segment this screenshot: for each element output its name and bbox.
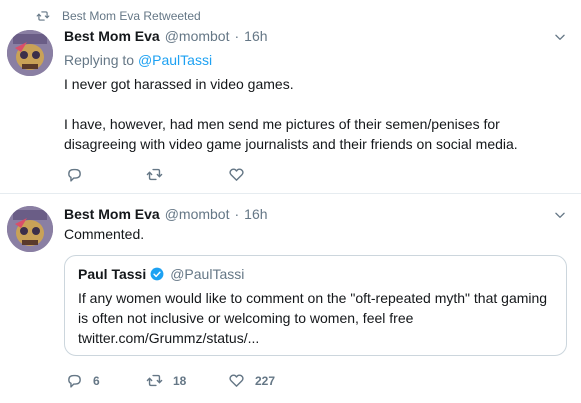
quote-line: If any women would like to comment on th… bbox=[78, 290, 548, 306]
author-name[interactable]: Best Mom Eva bbox=[64, 206, 160, 222]
text-line: disagreeing with video game journalists … bbox=[64, 136, 518, 152]
caret-down-icon[interactable] bbox=[553, 30, 567, 44]
tweet-actions: 6 18 227 bbox=[66, 372, 275, 389]
separator: · bbox=[234, 28, 240, 44]
quote-author-name: Paul Tassi bbox=[78, 266, 147, 282]
retweet-icon bbox=[146, 168, 163, 181]
tweet-1[interactable]: Best Mom Eva Retweeted Best Mom Eva @mom… bbox=[0, 0, 581, 194]
retweet-button[interactable] bbox=[146, 166, 228, 183]
tweet-text: I never got harassed in video games. I h… bbox=[64, 74, 564, 154]
reply-icon bbox=[68, 168, 81, 182]
tweet-actions bbox=[66, 166, 245, 183]
reply-button[interactable]: 6 bbox=[66, 372, 146, 389]
retweet-icon bbox=[36, 11, 50, 21]
tweet-text: Commented. bbox=[64, 226, 145, 242]
verified-badge-icon bbox=[150, 267, 164, 281]
avatar[interactable] bbox=[7, 206, 53, 252]
replying-to: Replying to @PaulTassi bbox=[64, 52, 212, 68]
reply-count: 6 bbox=[93, 373, 100, 388]
quote-line: twitter.com/Grummz/status/... bbox=[78, 330, 260, 346]
caret-down-icon[interactable] bbox=[553, 208, 567, 222]
quote-line: is often not inclusive or welcoming to w… bbox=[78, 310, 414, 326]
like-icon bbox=[229, 168, 244, 181]
tweet-2[interactable]: Best Mom Eva @mombot · 16h Commented. Pa… bbox=[0, 194, 581, 403]
timestamp[interactable]: 16h bbox=[244, 206, 267, 222]
author-name[interactable]: Best Mom Eva bbox=[64, 28, 160, 44]
text-line: I never got harassed in video games. bbox=[64, 76, 294, 92]
like-count: 227 bbox=[255, 373, 276, 388]
like-button[interactable] bbox=[228, 166, 245, 183]
avatar[interactable] bbox=[7, 30, 53, 76]
author-handle[interactable]: @mombot bbox=[165, 206, 230, 222]
separator: · bbox=[234, 206, 240, 222]
tweet-header: Best Mom Eva @mombot · 16h bbox=[64, 26, 268, 46]
text-line: I have, however, had men send me picture… bbox=[64, 116, 500, 132]
retweet-icon bbox=[146, 374, 163, 387]
quote-header: Paul Tassi @PaulTassi bbox=[78, 266, 244, 282]
reply-icon bbox=[68, 374, 81, 388]
retweet-button[interactable]: 18 bbox=[146, 372, 228, 389]
author-handle[interactable]: @mombot bbox=[165, 28, 230, 44]
retweet-label: Best Mom Eva Retweeted bbox=[62, 9, 201, 23]
retweet-context: Best Mom Eva Retweeted bbox=[36, 8, 201, 24]
quote-text: If any women would like to comment on th… bbox=[78, 288, 558, 348]
like-icon bbox=[229, 374, 244, 387]
quoted-tweet[interactable]: Paul Tassi @PaulTassi If any women would… bbox=[64, 255, 567, 356]
quote-author-handle: @PaulTassi bbox=[170, 266, 245, 282]
retweet-count: 18 bbox=[173, 373, 187, 388]
replying-to-link[interactable]: @PaulTassi bbox=[138, 52, 212, 68]
like-button[interactable]: 227 bbox=[228, 372, 275, 389]
replying-prefix: Replying to bbox=[64, 52, 135, 68]
reply-button[interactable] bbox=[66, 166, 146, 183]
timestamp[interactable]: 16h bbox=[244, 28, 267, 44]
tweet-header: Best Mom Eva @mombot · 16h bbox=[64, 204, 268, 224]
